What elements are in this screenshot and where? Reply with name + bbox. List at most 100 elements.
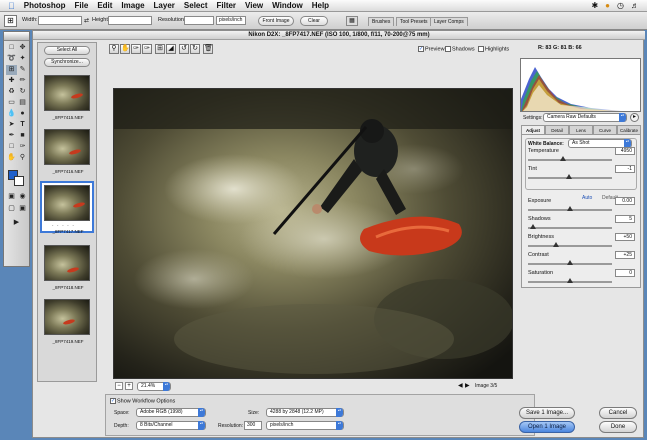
zoom-tool-icon[interactable]: ⚲ [109,44,119,54]
slider-track[interactable] [528,174,612,179]
menu-select[interactable]: Select [184,1,208,10]
slider-handle[interactable] [567,278,573,283]
select-all-button[interactable]: Select All [44,46,90,55]
space-select[interactable]: Adobe RGB (1998) [136,408,206,417]
settings-select[interactable]: Camera Raw Defaults [543,113,627,122]
zoom-level-select[interactable]: 21.4% [137,382,171,391]
slider-track[interactable] [528,206,612,211]
rotate-left-icon[interactable]: ↺ [179,44,189,54]
highlights-checkbox[interactable]: Highlights [478,46,509,52]
trash-icon[interactable]: 🗑 [203,44,213,54]
marquee-tool-icon[interactable]: □ [6,43,17,53]
width-field[interactable] [38,16,82,25]
resolution-unit-select[interactable]: pixels/inch [216,16,246,25]
thumbnail-image[interactable] [44,299,90,335]
slider-value-field[interactable]: -1 [615,165,635,173]
slider-handle[interactable] [552,242,559,247]
magic-wand-icon[interactable]: ✦ [17,54,28,64]
auto-link[interactable]: Auto [582,195,592,201]
hand-tool-icon[interactable]: ✋ [120,44,130,54]
slider-handle[interactable] [567,206,573,211]
preview-checkbox[interactable]: ✓ Preview [418,46,445,52]
next-image-arrow-icon[interactable]: ▶ [465,382,470,389]
open-image-button[interactable]: Open 1 Image [519,421,575,433]
move-tool-icon[interactable]: ✥ [17,43,28,53]
notes-tool-icon[interactable]: □ [6,142,17,152]
quick-mask-mode-icon[interactable]: ◉ [17,192,28,202]
swap-icon[interactable]: ⇄ [84,17,89,24]
bluetooth-icon[interactable]: ✱ [591,1,598,10]
palette-well-icon[interactable]: ▦ [346,16,358,26]
healing-brush-icon[interactable]: ✚ [6,76,17,86]
menu-layer[interactable]: Layer [154,1,175,10]
shadows-checkbox[interactable]: Shadows [445,46,475,52]
slider-track[interactable] [528,224,612,229]
height-field[interactable] [108,16,152,25]
thumbnail-image[interactable] [44,185,90,221]
tab-tool-presets[interactable]: Tool Presets [396,17,432,26]
crop-tool-icon[interactable]: ⊞ [6,65,17,75]
menu-file[interactable]: File [75,1,89,10]
menu-filter[interactable]: Filter [216,1,236,10]
slider-value-field[interactable]: 0.00 [615,197,635,205]
slider-handle[interactable] [560,156,567,161]
tab-brushes[interactable]: Brushes [368,17,395,26]
slider-value-field[interactable]: +50 [615,233,635,241]
straighten-tool-icon[interactable]: ◢ [166,44,176,54]
size-select[interactable]: 4288 by 2848 (12.2 MP) [266,408,344,417]
type-tool-icon[interactable]: T [17,120,28,130]
slice-tool-icon[interactable]: ✎ [17,65,28,75]
thumbnail-image[interactable] [44,129,90,165]
path-selection-icon[interactable]: ➤ [6,120,17,130]
background-color-swatch[interactable] [14,176,24,186]
color-wheel-icon[interactable]: ● [605,1,610,10]
front-image-button[interactable]: Front Image [258,16,294,26]
slider-value-field[interactable]: 4950 [615,147,635,155]
clear-button[interactable]: Clear [300,16,328,26]
slider-handle[interactable] [567,260,573,265]
slider-track[interactable] [528,242,612,247]
crop-tool-icon[interactable]: ⊞ [155,44,165,54]
dodge-tool-icon[interactable]: ● [17,109,28,119]
apple-menu-icon[interactable]:  [8,1,15,11]
menu-view[interactable]: View [245,1,263,10]
zoom-in-button[interactable]: + [125,382,133,390]
menu-window[interactable]: Window [272,1,303,10]
thumbnail-image[interactable] [44,75,90,111]
menu-image[interactable]: Image [121,1,144,10]
quick-mask-icon[interactable]: ▣ [6,192,17,202]
menu-edit[interactable]: Edit [97,1,112,10]
resolution-field[interactable] [184,16,214,25]
menu-help[interactable]: Help [312,1,329,10]
eraser-tool-icon[interactable]: ▭ [6,98,17,108]
save-image-button[interactable]: Save 1 Image... [519,407,575,419]
screen-mode-icon[interactable]: ▢ [6,204,17,214]
previous-image-arrow-icon[interactable]: ◀ [458,382,463,389]
settings-menu-icon[interactable]: ▸ [630,113,639,122]
synchronize-button[interactable]: Synchronize... [44,58,90,67]
slider-value-field[interactable]: +25 [615,251,635,259]
depth-select[interactable]: 8 Bits/Channel [136,421,206,430]
rotate-right-icon[interactable]: ↻ [190,44,200,54]
crop-tool-icon[interactable]: ⊞ [4,15,17,27]
color-sampler-icon[interactable]: ✑ [142,44,152,54]
zoom-out-button[interactable]: − [115,382,123,390]
cancel-button[interactable]: Cancel [599,407,637,419]
hand-tool-icon[interactable]: ✋ [6,153,17,163]
slider-track[interactable] [528,260,612,265]
gradient-tool-icon[interactable]: ▤ [17,98,28,108]
full-screen-mode-icon[interactable]: ▣ [17,204,28,214]
app-menu[interactable]: Photoshop [24,1,66,10]
image-preview[interactable] [113,88,513,379]
tab-layer-comps[interactable]: Layer Comps [430,17,468,26]
resolution-field[interactable]: 300 [244,421,262,430]
slider-value-field[interactable]: 0 [615,269,635,277]
show-workflow-options-checkbox[interactable]: ✓ Show Workflow Options [110,398,175,404]
pen-tool-icon[interactable]: ✒ [6,131,17,141]
slider-handle[interactable] [566,174,573,179]
brush-tool-icon[interactable]: ✏ [17,76,28,86]
slider-track[interactable] [528,156,612,161]
thumbnail-image[interactable] [44,245,90,281]
done-button[interactable]: Done [599,421,637,433]
slider-track[interactable] [528,278,612,283]
